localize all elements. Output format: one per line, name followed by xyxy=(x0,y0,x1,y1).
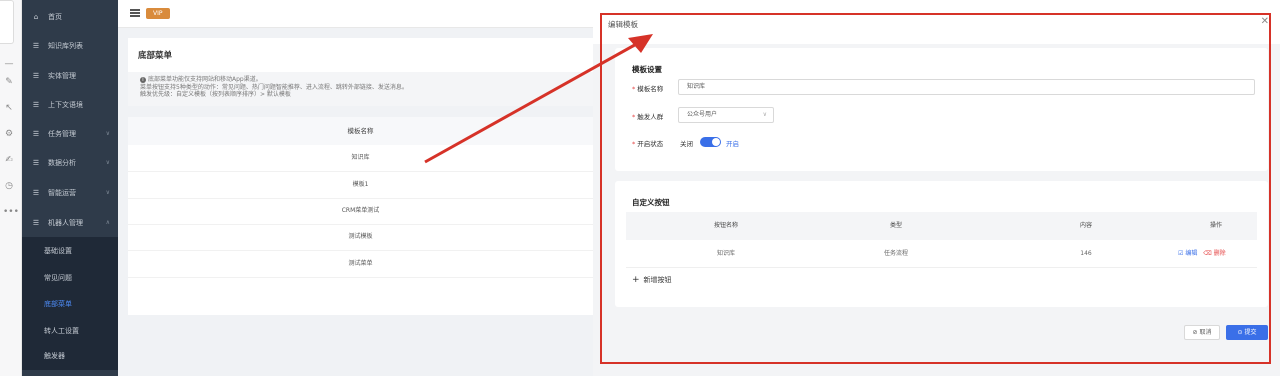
chevron-up-icon: ∧ xyxy=(105,219,110,226)
sidebar-sub-label: 常见问题 xyxy=(44,274,72,282)
table-header: 模板名称 xyxy=(128,117,593,145)
list-icon: ☰ xyxy=(32,72,40,80)
notice-box: i 底部菜单功能仅支持网站和移动App渠道。 菜单按钮支持5种类型的动作：常见问题… xyxy=(128,72,593,106)
settings-tool-icon[interactable]: ⚙ xyxy=(3,128,15,140)
list-icon: ☰ xyxy=(32,101,40,109)
table-row[interactable]: 知识库 xyxy=(128,145,593,172)
sidebar-item-label: 实体管理 xyxy=(48,72,76,80)
line-tool-icon[interactable]: — xyxy=(3,58,15,70)
sidebar-item-label: 任务管理 xyxy=(48,130,76,138)
sidebar-sub-label: 触发器 xyxy=(44,352,65,360)
sidebar-sub-label: 基础设置 xyxy=(44,247,72,255)
page-title: 底部菜单 xyxy=(138,51,173,61)
pen-tool-icon[interactable]: ✎ xyxy=(3,76,15,88)
sidebar-item-robot[interactable]: ☰ 机器人管理 ∧ xyxy=(22,209,118,237)
home-icon: ⌂ xyxy=(33,13,39,21)
notice-line: 触发优先级：自定义模板（按列表顺序排序）> 默认模板 xyxy=(140,91,291,99)
table-row[interactable]: 模板1 xyxy=(128,172,593,199)
tool-strip: — ✎ ↖ ⚙ ✍ ◷ ••• xyxy=(0,0,22,376)
sidebar-sub-transfer[interactable]: 转人工设置 xyxy=(22,317,118,345)
table-row[interactable]: 测试菜单 xyxy=(128,251,593,278)
sidebar-item-label: 机器人管理 xyxy=(48,219,83,227)
table-row[interactable]: CRM菜单测试 xyxy=(128,198,593,225)
list-icon: ☰ xyxy=(32,189,40,197)
sidebar-item-tasks[interactable]: ☰ 任务管理 ∨ xyxy=(22,120,118,148)
vip-badge: VIP xyxy=(146,8,170,19)
sidebar-item-entity[interactable]: ☰ 实体管理 xyxy=(22,62,118,90)
chevron-down-icon: ∨ xyxy=(105,130,110,137)
list-icon: ☰ xyxy=(32,42,40,50)
sidebar-item-label: 上下文语境 xyxy=(48,101,83,109)
sidebar-sub-label: 底部菜单 xyxy=(44,300,72,308)
sidebar-item-label: 智能运营 xyxy=(48,189,76,197)
sidebar-item-label: 知识库列表 xyxy=(48,42,83,50)
sidebar-sub-basic[interactable]: 基础设置 xyxy=(22,237,118,265)
sidebar-item-context[interactable]: ☰ 上下文语境 xyxy=(22,91,118,119)
edit-tool-icon[interactable]: ✍ xyxy=(3,154,15,166)
notice-card: 底部菜单 i 底部菜单功能仅支持网站和移动App渠道。 菜单按钮支持5种类型的动作… xyxy=(128,38,593,106)
main-content: VIP 底部菜单 i 底部菜单功能仅支持网站和移动App渠道。 菜单按钮支持5种类… xyxy=(118,0,593,376)
sidebar-item-label: 首页 xyxy=(48,13,62,21)
notice-line: 底部菜单功能仅支持网站和移动App渠道。 xyxy=(148,76,262,83)
template-table: 模板名称 知识库 模板1 CRM菜单测试 测试模板 测试菜单 xyxy=(128,117,593,315)
highlight-frame xyxy=(600,13,1271,364)
sidebar: ⌂ 首页 ☰ 知识库列表 ☰ 实体管理 ☰ 上下文语境 ☰ 任务管理 ∨ ☰ 数… xyxy=(22,0,118,376)
sidebar-item-analytics[interactable]: ☰ 数据分析 ∨ xyxy=(22,149,118,177)
chevron-down-icon: ∨ xyxy=(105,189,110,196)
list-icon: ☰ xyxy=(32,159,40,167)
chevron-down-icon: ∨ xyxy=(105,159,110,166)
info-icon: i xyxy=(140,77,146,83)
sidebar-sub-bottom-menu[interactable]: 底部菜单 xyxy=(22,290,118,318)
table-row[interactable]: 测试模板 xyxy=(128,224,593,251)
top-bar: VIP xyxy=(118,0,593,28)
more-tool-icon[interactable]: ••• xyxy=(3,206,19,218)
sidebar-item-operations[interactable]: ☰ 智能运营 ∨ xyxy=(22,179,118,207)
sidebar-item-knowledge-list[interactable]: ☰ 知识库列表 xyxy=(22,32,118,60)
sidebar-item-home[interactable]: ⌂ 首页 xyxy=(22,3,118,31)
history-tool-icon[interactable]: ◷ xyxy=(3,180,15,192)
sidebar-sub-label: 转人工设置 xyxy=(44,327,79,335)
sidebar-sub-trigger[interactable]: 触发器 xyxy=(22,342,118,370)
list-icon: ☰ xyxy=(32,130,40,138)
cursor-tool-icon[interactable]: ↖ xyxy=(3,102,15,114)
sidebar-item-label: 数据分析 xyxy=(48,159,76,167)
list-icon: ☰ xyxy=(32,219,40,227)
sidebar-sub-faq[interactable]: 常见问题 xyxy=(22,264,118,292)
menu-fold-icon[interactable] xyxy=(130,9,140,17)
tool-panel-tab[interactable] xyxy=(0,0,14,44)
